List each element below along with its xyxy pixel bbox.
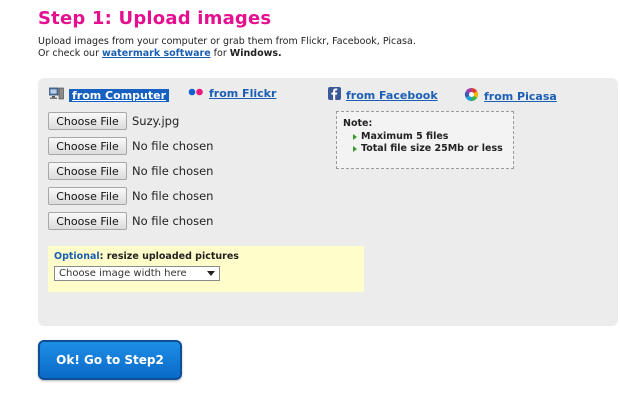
subtitle-prefix: Or check our xyxy=(38,48,102,59)
flickr-icon xyxy=(188,87,204,100)
tab-label: from Facebook xyxy=(346,88,438,102)
facebook-icon xyxy=(328,87,341,103)
note-heading: Note: xyxy=(343,118,373,129)
file-name: No file chosen xyxy=(132,139,214,153)
arrow-bullet-icon xyxy=(353,134,357,140)
arrow-bullet-icon xyxy=(353,146,357,152)
tab-from-computer[interactable]: from Computer xyxy=(48,87,169,103)
choose-file-button[interactable]: Choose File xyxy=(48,112,127,130)
tab-label: from Picasa xyxy=(484,89,557,103)
image-width-select[interactable]: Choose image width here xyxy=(54,266,220,281)
file-row: Choose File No file chosen xyxy=(48,162,213,180)
optional-text: : resize uploaded pictures xyxy=(99,251,239,262)
chevron-down-icon xyxy=(207,271,215,276)
file-row: Choose File No file chosen xyxy=(48,137,213,155)
tab-from-flickr[interactable]: from Flickr xyxy=(188,87,276,100)
note-item: Total file size 25Mb or less xyxy=(353,143,507,155)
optional-heading: Optional: resize uploaded pictures xyxy=(54,251,358,262)
file-name: No file chosen xyxy=(132,164,214,178)
file-name: No file chosen xyxy=(132,214,214,228)
tab-label: from Computer xyxy=(69,88,169,102)
file-name: No file chosen xyxy=(132,189,214,203)
file-row: Choose File No file chosen xyxy=(48,212,213,230)
watermark-software-link[interactable]: watermark software xyxy=(102,48,211,59)
tab-from-picasa[interactable]: from Picasa xyxy=(464,87,557,105)
page-title: Step 1: Upload images xyxy=(38,8,272,29)
choose-file-button[interactable]: Choose File xyxy=(48,137,127,155)
file-row: Choose File Suzy.jpg xyxy=(48,112,179,130)
page-subtitle: Upload images from your computer or grab… xyxy=(38,36,416,60)
choose-file-button[interactable]: Choose File xyxy=(48,212,127,230)
subtitle-line-2: Or check our watermark software for Wind… xyxy=(38,48,416,60)
note-item-text: Total file size 25Mb or less xyxy=(361,143,503,154)
choose-file-button[interactable]: Choose File xyxy=(48,187,127,205)
note-item: Maximum 5 files xyxy=(353,131,507,143)
tab-from-facebook[interactable]: from Facebook xyxy=(328,87,438,103)
upload-panel: from Computer from Flickr from Facebook … xyxy=(38,78,618,326)
note-item-text: Maximum 5 files xyxy=(361,131,449,142)
note-box: Note: Maximum 5 files Total file size 25… xyxy=(336,111,514,169)
optional-label: Optional xyxy=(54,251,100,262)
go-to-step2-button[interactable]: Ok! Go to Step2 xyxy=(38,340,182,380)
file-row: Choose File No file chosen xyxy=(48,187,213,205)
note-list: Maximum 5 files Total file size 25Mb or … xyxy=(343,131,507,155)
optional-resize-box: Optional: resize uploaded pictures Choos… xyxy=(48,246,364,292)
subtitle-bold: Windows. xyxy=(229,48,282,59)
subtitle-mid: for xyxy=(210,48,230,59)
choose-file-button[interactable]: Choose File xyxy=(48,162,127,180)
select-value: Choose image width here xyxy=(59,268,187,279)
file-name: Suzy.jpg xyxy=(132,114,180,128)
computer-icon xyxy=(48,87,64,103)
tab-label: from Flickr xyxy=(209,87,277,100)
subtitle-line-1: Upload images from your computer or grab… xyxy=(38,36,416,47)
picasa-icon xyxy=(464,87,479,105)
